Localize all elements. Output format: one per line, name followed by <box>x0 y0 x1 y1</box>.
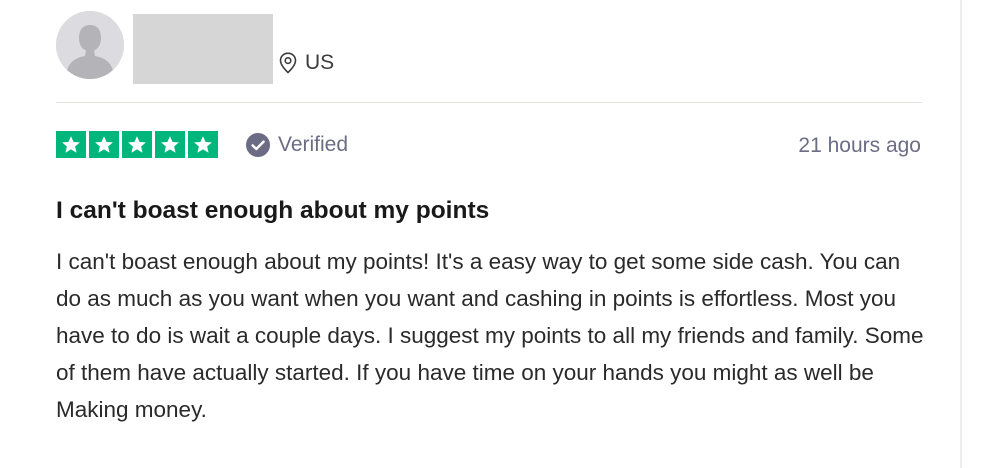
review-body: I can't boast enough about my points! It… <box>56 249 924 422</box>
verified-badge[interactable]: Verified <box>246 132 348 158</box>
review-timestamp: 21 hours ago <box>798 134 921 157</box>
page-divider <box>960 0 962 468</box>
star-icon <box>194 136 212 153</box>
reviewer-name-redacted <box>133 14 273 84</box>
star-icon <box>95 136 113 153</box>
star-4 <box>155 131 185 158</box>
star-icon <box>161 136 179 153</box>
star-2 <box>89 131 119 158</box>
star-3 <box>122 131 152 158</box>
star-rating <box>56 131 218 158</box>
star-5 <box>188 131 218 158</box>
review-card: US Verified 21 hours ago I can't boast e… <box>0 0 1000 468</box>
verified-label: Verified <box>278 133 349 156</box>
reviewer-location: US <box>279 50 334 76</box>
user-silhouette-icon <box>56 11 124 79</box>
review-title[interactable]: I can't boast enough about my points <box>56 196 489 226</box>
map-pin-icon <box>279 52 297 74</box>
star-1 <box>56 131 86 158</box>
location-text: US <box>305 51 335 74</box>
star-icon <box>62 136 80 153</box>
star-icon <box>128 136 146 153</box>
check-circle-icon <box>246 133 270 157</box>
header-divider <box>56 102 922 103</box>
avatar[interactable] <box>56 11 124 79</box>
